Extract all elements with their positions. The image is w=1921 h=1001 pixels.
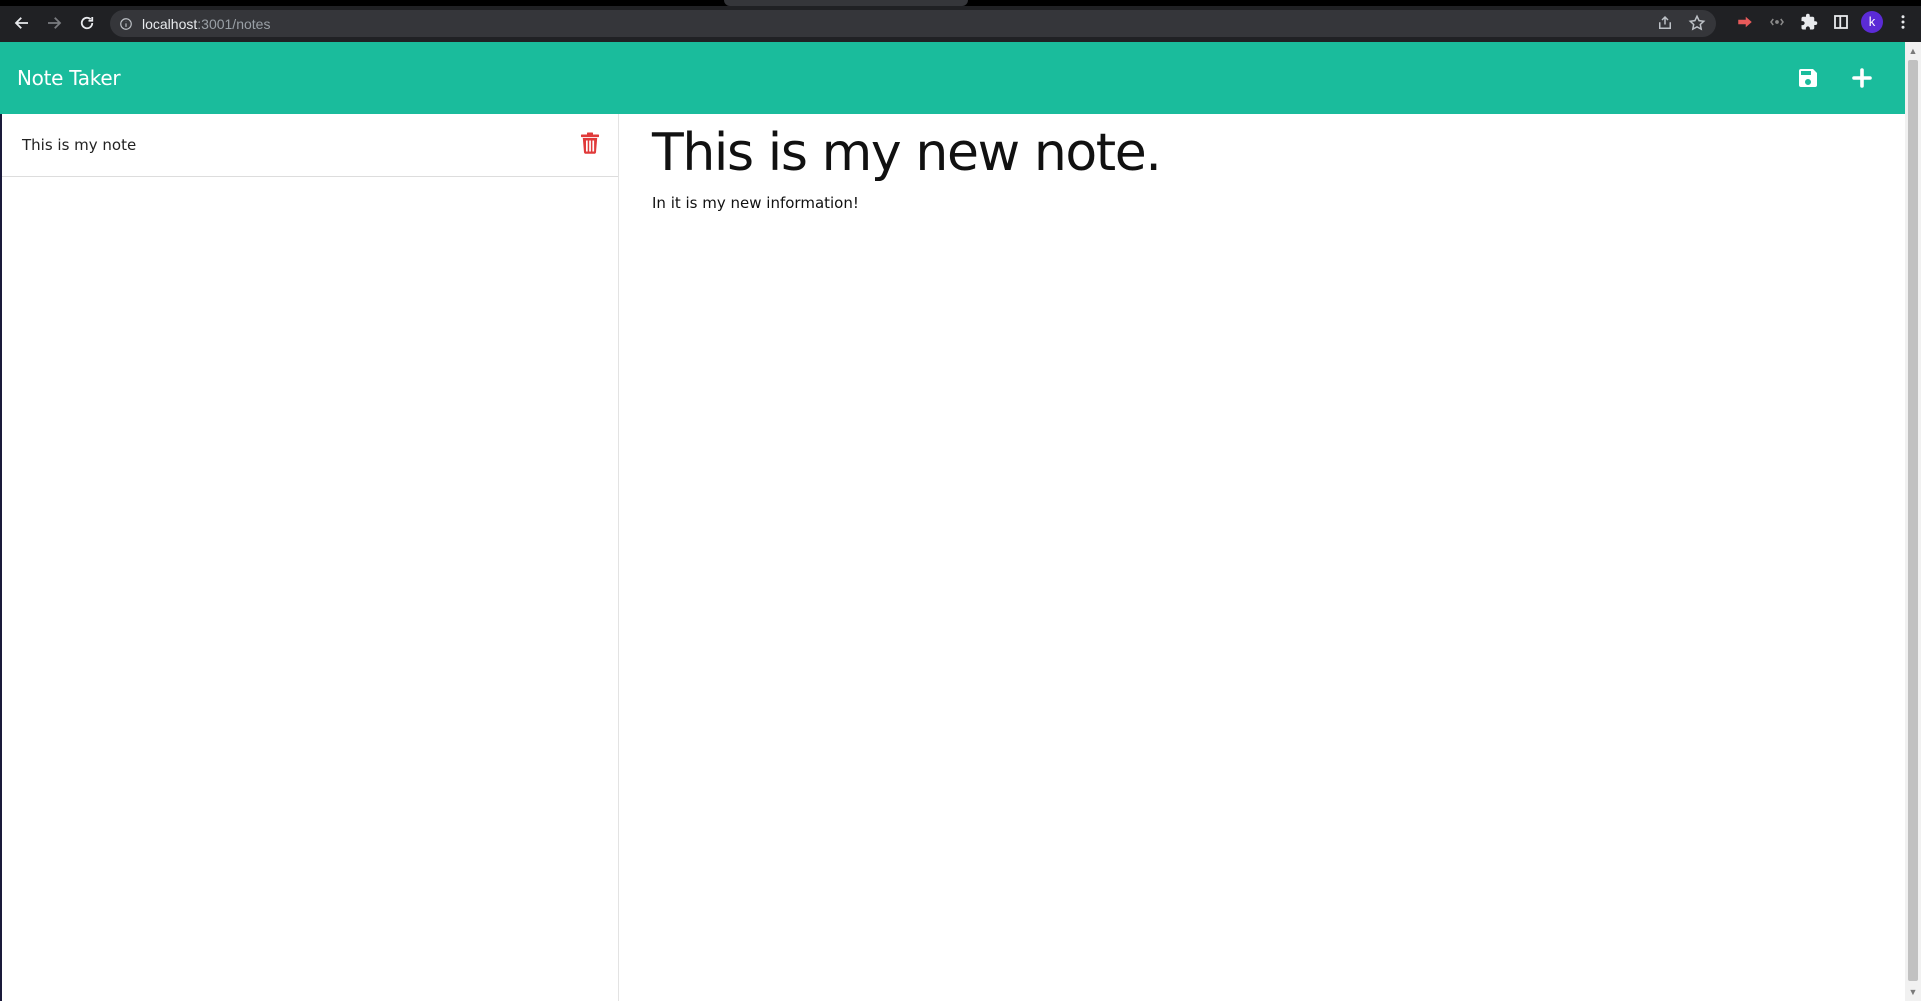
- extension-icon: [1770, 18, 1784, 26]
- reload-button[interactable]: [75, 11, 99, 35]
- note-text-area[interactable]: In it is my new information!: [652, 194, 1882, 212]
- info-icon[interactable]: [119, 17, 133, 31]
- app-navbar: Note Taker: [0, 42, 1905, 114]
- page: Note Taker This is my note This is my ne…: [0, 42, 1905, 1001]
- note-title-input[interactable]: This is my new note.: [652, 122, 1882, 184]
- page-scrollbar[interactable]: ▲ ▼: [1905, 42, 1921, 1001]
- kebab-menu-icon: [1901, 15, 1905, 29]
- extensions-area: k: [1721, 11, 1921, 35]
- extension-button[interactable]: [1734, 11, 1756, 33]
- arrow-right-icon: [48, 17, 62, 29]
- delete-note-button[interactable]: [580, 132, 600, 154]
- back-button[interactable]: [10, 11, 34, 35]
- puzzle-icon: [1801, 13, 1818, 30]
- list-item[interactable]: This is my note: [2, 114, 618, 177]
- save-icon: [1799, 69, 1817, 87]
- browser-menu-button[interactable]: [1892, 11, 1914, 33]
- share-icon[interactable]: [1656, 14, 1674, 32]
- side-panel-icon: [1834, 15, 1848, 29]
- arrow-left-icon: [14, 17, 28, 29]
- note-item-title: This is my note: [22, 136, 137, 154]
- plus-icon: [1852, 68, 1872, 88]
- scroll-thumb[interactable]: [1908, 60, 1918, 981]
- scroll-up-icon[interactable]: ▲: [1905, 44, 1921, 58]
- extension-icon: [1738, 16, 1752, 28]
- save-note-button[interactable]: [1794, 64, 1822, 92]
- new-note-button[interactable]: [1848, 64, 1876, 92]
- side-panel-button[interactable]: [1830, 11, 1852, 33]
- notes-sidebar: This is my note: [0, 114, 619, 1001]
- forward-button[interactable]: [42, 11, 66, 35]
- active-tab[interactable]: [724, 0, 968, 6]
- trash-icon: [581, 132, 599, 154]
- reload-icon: [80, 16, 94, 30]
- note-editor: This is my new note. In it is my new inf…: [652, 114, 1882, 1001]
- profile-avatar[interactable]: k: [1861, 11, 1883, 33]
- address-bar[interactable]: localhost:3001/notes: [110, 10, 1716, 37]
- extensions-button[interactable]: [1798, 11, 1820, 33]
- star-icon[interactable]: [1688, 14, 1706, 32]
- app-brand[interactable]: Note Taker: [17, 66, 121, 90]
- scroll-down-icon[interactable]: ▼: [1905, 985, 1921, 999]
- extension-button-2[interactable]: [1766, 11, 1788, 33]
- url-text: localhost:3001/notes: [142, 15, 271, 32]
- browser-toolbar: localhost:3001/notes k: [0, 0, 1921, 42]
